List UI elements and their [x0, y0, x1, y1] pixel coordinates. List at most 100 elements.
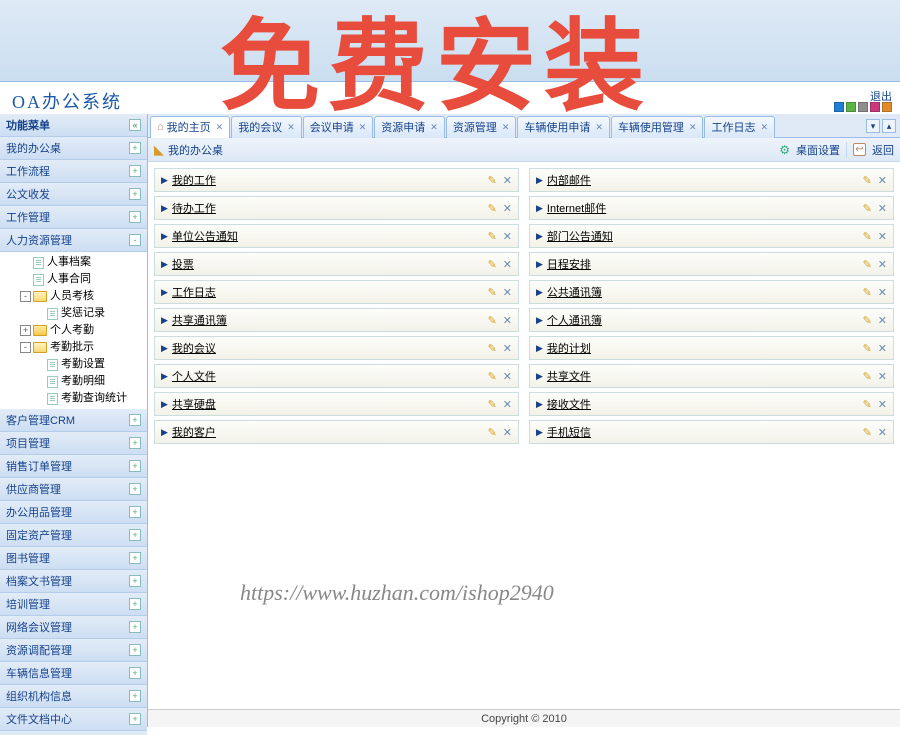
panel-title[interactable]: 我的会议 [172, 340, 216, 356]
panel-title[interactable]: 日程安排 [547, 256, 591, 272]
close-icon[interactable]: ✕ [878, 314, 887, 327]
tree-node[interactable]: 奖惩记录 [0, 305, 147, 322]
panel-title[interactable]: 我的计划 [547, 340, 591, 356]
close-icon[interactable]: ✕ [503, 426, 512, 439]
tree-expand-icon[interactable]: - [20, 342, 31, 353]
back-link[interactable]: 返回 [872, 142, 894, 158]
panel-title[interactable]: 我的客户 [172, 424, 216, 440]
back-icon[interactable]: ↩ [853, 143, 866, 156]
edit-icon[interactable]: ✎ [488, 314, 497, 327]
theme-color-swatch[interactable] [870, 102, 880, 112]
theme-color-swatch[interactable] [834, 102, 844, 112]
expand-icon[interactable]: + [129, 483, 141, 495]
collapse-triangle-icon[interactable]: ▶ [536, 371, 543, 382]
tab[interactable]: 车辆使用管理✕ [611, 116, 704, 138]
expand-icon[interactable]: + [129, 644, 141, 656]
close-icon[interactable]: ✕ [878, 202, 887, 215]
sidebar-item[interactable]: 组织机构信息+ [0, 685, 147, 708]
tab-menu-button[interactable]: ▴ [882, 119, 896, 133]
sidebar-item[interactable]: 人力资源管理- [0, 229, 147, 252]
edit-icon[interactable]: ✎ [488, 174, 497, 187]
panel-title[interactable]: Internet邮件 [547, 200, 606, 216]
expand-icon[interactable]: + [129, 598, 141, 610]
edit-icon[interactable]: ✎ [863, 370, 872, 383]
expand-icon[interactable]: + [129, 575, 141, 587]
tab[interactable]: 资源管理✕ [446, 116, 517, 138]
close-icon[interactable]: ✕ [878, 342, 887, 355]
edit-icon[interactable]: ✎ [863, 230, 872, 243]
close-icon[interactable]: ✕ [878, 258, 887, 271]
edit-icon[interactable]: ✎ [863, 342, 872, 355]
close-icon[interactable]: ✕ [878, 174, 887, 187]
close-icon[interactable]: ✕ [503, 230, 512, 243]
theme-color-swatch[interactable] [846, 102, 856, 112]
tree-node[interactable]: 考勤查询统计 [0, 390, 147, 407]
sidebar-item[interactable]: 客户管理CRM+ [0, 409, 147, 432]
collapse-triangle-icon[interactable]: ▶ [161, 231, 168, 242]
collapse-triangle-icon[interactable]: ▶ [161, 315, 168, 326]
collapse-triangle-icon[interactable]: ▶ [161, 371, 168, 382]
edit-icon[interactable]: ✎ [488, 370, 497, 383]
collapse-triangle-icon[interactable]: ▶ [161, 287, 168, 298]
edit-icon[interactable]: ✎ [863, 398, 872, 411]
theme-color-swatch[interactable] [882, 102, 892, 112]
close-icon[interactable]: ✕ [878, 370, 887, 383]
close-icon[interactable]: ✕ [503, 258, 512, 271]
tab-close-icon[interactable]: ✕ [430, 122, 438, 133]
close-icon[interactable]: ✕ [878, 426, 887, 439]
theme-color-picker[interactable] [834, 102, 892, 112]
tab[interactable]: 工作日志✕ [704, 116, 775, 138]
sidebar-item[interactable]: 供应商管理+ [0, 478, 147, 501]
expand-icon[interactable]: + [129, 142, 141, 154]
expand-icon[interactable]: + [129, 506, 141, 518]
close-icon[interactable]: ✕ [503, 314, 512, 327]
tree-node[interactable]: 考勤设置 [0, 356, 147, 373]
panel-title[interactable]: 共享硬盘 [172, 396, 216, 412]
panel-title[interactable]: 个人文件 [172, 368, 216, 384]
sidebar-item[interactable]: 公文收发+ [0, 183, 147, 206]
panel-title[interactable]: 共享文件 [547, 368, 591, 384]
edit-icon[interactable]: ✎ [863, 202, 872, 215]
edit-icon[interactable]: ✎ [863, 286, 872, 299]
expand-icon[interactable]: + [129, 460, 141, 472]
sidebar-item[interactable]: 固定资产管理+ [0, 524, 147, 547]
collapse-icon[interactable]: « [129, 119, 141, 131]
tree-node[interactable]: -人员考核 [0, 288, 147, 305]
sidebar-item[interactable]: 信息综合交流+ [0, 731, 147, 735]
tab-close-icon[interactable]: ✕ [760, 122, 768, 133]
expand-icon[interactable]: + [129, 414, 141, 426]
settings-icon[interactable]: ⚙ [779, 143, 790, 157]
tab-close-icon[interactable]: ✕ [359, 122, 367, 133]
tab-scroll-button[interactable]: ▾ [866, 119, 880, 133]
panel-title[interactable]: 公共通讯簿 [547, 284, 602, 300]
edit-icon[interactable]: ✎ [488, 202, 497, 215]
sidebar-header[interactable]: 功能菜单 « [0, 114, 147, 137]
panel-title[interactable]: 手机短信 [547, 424, 591, 440]
collapse-triangle-icon[interactable]: ▶ [161, 259, 168, 270]
edit-icon[interactable]: ✎ [863, 174, 872, 187]
collapse-triangle-icon[interactable]: ▶ [536, 343, 543, 354]
tree-expand-icon[interactable]: - [20, 291, 31, 302]
collapse-triangle-icon[interactable]: ▶ [536, 203, 543, 214]
tree-node[interactable]: 人事档案 [0, 254, 147, 271]
panel-title[interactable]: 部门公告通知 [547, 228, 613, 244]
collapse-triangle-icon[interactable]: ▶ [536, 287, 543, 298]
tab[interactable]: 我的会议✕ [231, 116, 302, 138]
sidebar-item[interactable]: 网络会议管理+ [0, 616, 147, 639]
expand-icon[interactable]: - [129, 234, 141, 246]
sidebar-item[interactable]: 工作管理+ [0, 206, 147, 229]
edit-icon[interactable]: ✎ [488, 258, 497, 271]
collapse-triangle-icon[interactable]: ▶ [536, 259, 543, 270]
edit-icon[interactable]: ✎ [488, 426, 497, 439]
tab-close-icon[interactable]: ✕ [287, 122, 295, 133]
edit-icon[interactable]: ✎ [488, 342, 497, 355]
sidebar-item[interactable]: 培训管理+ [0, 593, 147, 616]
tree-node[interactable]: -考勤批示 [0, 339, 147, 356]
panel-title[interactable]: 单位公告通知 [172, 228, 238, 244]
close-icon[interactable]: ✕ [878, 230, 887, 243]
panel-title[interactable]: 工作日志 [172, 284, 216, 300]
collapse-triangle-icon[interactable]: ▶ [161, 175, 168, 186]
collapse-triangle-icon[interactable]: ▶ [536, 427, 543, 438]
close-icon[interactable]: ✕ [878, 398, 887, 411]
sidebar-item[interactable]: 办公用品管理+ [0, 501, 147, 524]
